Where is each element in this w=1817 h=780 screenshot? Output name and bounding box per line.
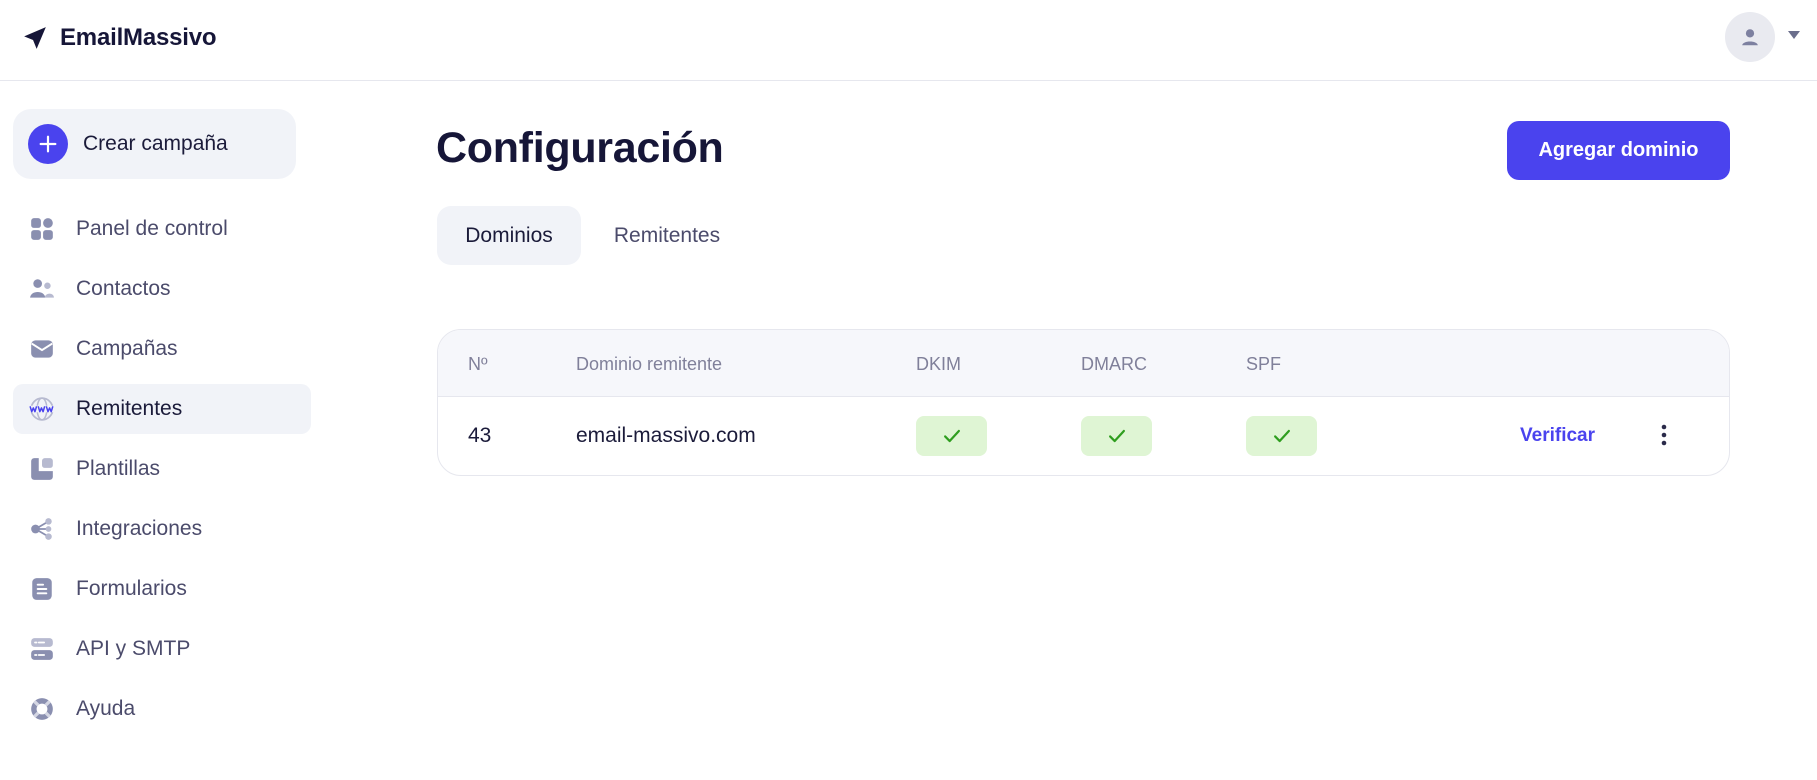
user-avatar[interactable] <box>1725 12 1775 62</box>
sidebar-item-label: Plantillas <box>76 457 161 480</box>
www-globe-icon <box>28 395 56 423</box>
sidebar-item-label: Contactos <box>76 277 171 300</box>
domains-table: Nº Dominio remitente DKIM DMARC SPF 43 e… <box>437 329 1730 476</box>
table-header: Nº Dominio remitente DKIM DMARC SPF <box>438 330 1729 397</box>
sidebar-item-contacts[interactable]: Contactos <box>13 264 311 314</box>
row-number: 43 <box>468 424 492 447</box>
paper-plane-icon <box>24 27 46 49</box>
sidebar-item-label: Ayuda <box>76 697 136 720</box>
sidebar-item-label: Panel de control <box>76 217 228 240</box>
sidebar-item-label: API y SMTP <box>76 637 191 660</box>
page-title: Configuración <box>436 124 724 172</box>
sidebar-item-api-smtp[interactable]: API y SMTP <box>13 624 311 674</box>
user-icon <box>1742 29 1758 46</box>
check-icon <box>1108 429 1125 443</box>
server-icon <box>28 635 56 663</box>
create-campaign-button[interactable]: Crear campaña <box>13 109 296 179</box>
sidebar-item-label: Formularios <box>76 577 187 600</box>
sidebar-item-senders[interactable]: Remitentes <box>13 384 311 434</box>
verify-link[interactable]: Verificar <box>1520 425 1595 447</box>
plus-icon <box>28 124 68 164</box>
column-header-number: Nº <box>468 354 488 374</box>
create-campaign-label: Crear campaña <box>83 132 228 155</box>
templates-icon <box>28 455 56 483</box>
sidebar-item-dashboard[interactable]: Panel de control <box>13 204 311 254</box>
contacts-icon <box>28 275 56 303</box>
integrations-icon <box>28 515 56 543</box>
tab-domains[interactable]: Dominios <box>437 206 581 265</box>
sidebar-item-templates[interactable]: Plantillas <box>13 444 311 494</box>
add-domain-button[interactable]: Agregar dominio <box>1507 121 1730 180</box>
sidebar-item-label: Campañas <box>76 337 178 360</box>
row-domain: email-massivo.com <box>576 424 756 447</box>
dmarc-status-badge <box>1081 416 1152 456</box>
column-header-dmarc: DMARC <box>1081 354 1147 374</box>
dkim-status-badge <box>916 416 987 456</box>
sidebar-item-integrations[interactable]: Integraciones <box>13 504 311 554</box>
sidebar-item-help[interactable]: Ayuda <box>13 684 311 734</box>
campaigns-icon <box>28 335 56 363</box>
sidebar-item-label: Integraciones <box>76 517 203 540</box>
sidebar-item-campaigns[interactable]: Campañas <box>13 324 311 374</box>
check-icon <box>943 429 960 443</box>
sidebar-item-label: Remitentes <box>76 397 183 420</box>
brand-name: EmailMassivo <box>60 24 217 51</box>
column-header-dkim: DKIM <box>916 354 961 374</box>
sidebar: Crear campaña Panel de control Contactos <box>0 81 320 780</box>
brand[interactable]: EmailMassivo <box>22 24 217 52</box>
column-header-domain: Dominio remitente <box>576 354 723 374</box>
check-icon <box>1273 429 1290 443</box>
spf-status-badge <box>1246 416 1317 456</box>
tab-senders[interactable]: Remitentes <box>598 206 736 265</box>
kebab-menu-icon <box>1661 424 1667 446</box>
more-options-button[interactable] <box>1656 420 1672 450</box>
top-bar: EmailMassivo <box>0 0 1817 81</box>
sidebar-item-forms[interactable]: Formularios <box>13 564 311 614</box>
column-header-spf: SPF <box>1246 354 1282 374</box>
forms-icon <box>28 575 56 603</box>
lifebuoy-icon <box>28 695 56 723</box>
dashboard-icon <box>28 215 56 243</box>
chevron-down-icon[interactable] <box>1787 30 1801 40</box>
